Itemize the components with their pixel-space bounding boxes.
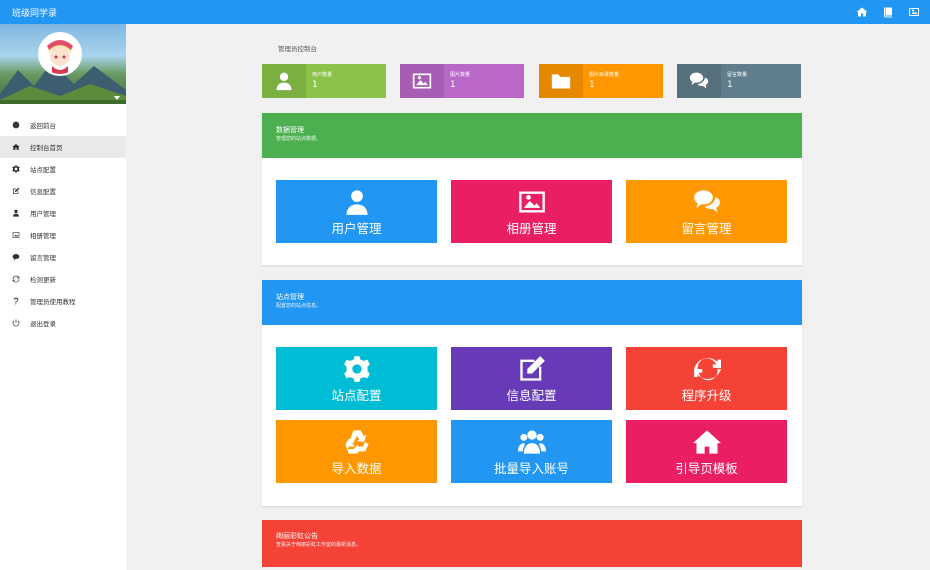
tile-label: 引导页模板 [675,461,738,476]
home-icon [12,143,20,151]
stat-value: 1 [727,80,733,90]
tile-label: 用户管理 [331,221,382,236]
gear-icon [12,165,20,173]
sidebar-item-album-management[interactable]: 相册管理 [0,224,126,246]
question-icon [12,297,20,305]
sidebar-item-logout[interactable]: 退出登录 [0,312,126,334]
avatar[interactable] [38,32,82,76]
sidebar-item-label: 信息配置 [30,188,56,196]
message-management-button[interactable]: 留言管理 [626,180,787,243]
panel-subtitle: 查看关于绚丽彩虹工作室的最新消息。 [276,542,362,548]
sidebar-item-label: 退出登录 [30,320,56,328]
user-icon [346,190,367,215]
album-management-button[interactable]: 相册管理 [451,180,612,243]
stat-label: 用户数量 [312,72,333,78]
stat-card-image-dirs[interactable]: 图片目录数量 1 [539,64,663,98]
recycle-icon [344,430,369,454]
sidebar-item-label: 返回前台 [30,122,56,130]
sidebar-menu: 返回前台 控制台首页 站点配置 信息配置 用户管理 相册管理 留言管理 检测更新… [0,114,126,334]
sidebar-item-label: 相册管理 [30,232,56,240]
sidebar-item-label: 管理员使用教程 [30,298,76,306]
edit-icon [519,356,545,381]
info-config-button[interactable]: 信息配置 [451,347,612,410]
sidebar-item-label: 用户管理 [30,210,56,218]
sidebar-item-back-frontend[interactable]: 返回前台 [0,114,126,136]
tile-label: 导入数据 [331,461,382,476]
page-breadcrumb: 管理员控制台 [278,45,317,53]
stat-label: 图片目录数量 [589,72,620,78]
stat-label: 留言数量 [727,72,748,78]
home-icon [692,430,721,454]
sidebar-item-label: 控制台首页 [30,144,63,152]
refresh-icon [12,275,20,283]
refresh-icon [693,358,721,381]
sidebar-item-dashboard[interactable]: 控制台首页 [0,136,126,158]
stat-value: 1 [450,80,456,90]
picture-icon[interactable] [908,6,920,18]
profile-banner [0,24,126,104]
sidebar-item-site-config[interactable]: 站点配置 [0,158,126,180]
import-data-button[interactable]: 导入数据 [276,420,437,483]
power-icon [12,319,20,327]
user-management-button[interactable]: 用户管理 [276,180,437,243]
panel-subtitle: 管理您的站点数据。 [276,136,322,142]
sidebar: 返回前台 控制台首页 站点配置 信息配置 用户管理 相册管理 留言管理 检测更新… [0,24,126,570]
program-upgrade-button[interactable]: 程序升级 [626,347,787,410]
top-navbar: 班级同学录 [0,0,930,24]
picture-icon [518,191,545,213]
site-config-button[interactable]: 站点配置 [276,347,437,410]
home-icon[interactable] [856,6,868,18]
sidebar-item-label: 留言管理 [30,254,56,262]
profile-dropdown-icon[interactable] [114,96,120,100]
comment-icon [12,253,20,261]
data-management-panel: 数据管理 管理您的站点数据。 用户管理 相册管理 留言管理 [262,113,802,265]
sidebar-item-user-management[interactable]: 用户管理 [0,202,126,224]
sidebar-item-label: 站点配置 [30,166,56,174]
stat-value: 1 [312,80,318,90]
panel-title: 绚丽彩虹公告 [276,532,318,540]
user-icon [12,209,20,217]
tile-label: 程序升级 [681,388,732,403]
gear-icon [343,356,370,382]
panel-title: 数据管理 [276,126,304,134]
users-icon [517,430,546,454]
batch-import-accounts-button[interactable]: 批量导入账号 [451,420,612,483]
panel-subtitle: 配置您的站点信息。 [276,303,322,309]
tile-label: 留言管理 [681,221,732,236]
stat-card-users[interactable]: 用户数量 1 [262,64,386,98]
sidebar-item-label: 检测更新 [30,276,56,284]
stat-card-messages[interactable]: 留言数量 1 [677,64,801,98]
comments-icon [677,64,721,98]
announcement-panel[interactable]: 绚丽彩虹公告 查看关于绚丽彩虹工作室的最新消息。 [262,520,802,567]
tile-label: 站点配置 [331,388,382,403]
arrow-circle-left-icon [12,121,20,129]
tile-label: 信息配置 [506,388,557,403]
sidebar-item-message-management[interactable]: 留言管理 [0,246,126,268]
landing-template-button[interactable]: 引导页模板 [626,420,787,483]
user-icon [262,64,306,98]
comments-icon [693,190,720,213]
tile-label: 相册管理 [506,221,557,236]
sidebar-item-admin-tutorial[interactable]: 管理员使用教程 [0,290,126,312]
stat-label: 图片数量 [450,72,471,78]
picture-icon [400,64,444,98]
sidebar-item-info-config[interactable]: 信息配置 [0,180,126,202]
panel-title: 站点管理 [276,293,304,301]
book-icon[interactable] [882,6,894,18]
top-icons [856,6,920,18]
picture-icon [12,231,20,239]
site-management-panel: 站点管理 配置您的站点信息。 站点配置 信息配置 程序升级 导入数据 批量导入账… [262,280,802,506]
panel-header: 站点管理 配置您的站点信息。 [262,280,802,325]
edit-icon [12,187,20,195]
tile-label: 批量导入账号 [493,461,569,476]
panel-header: 数据管理 管理您的站点数据。 [262,113,802,158]
stat-card-images[interactable]: 图片数量 1 [400,64,524,98]
sidebar-item-check-update[interactable]: 检测更新 [0,268,126,290]
stat-value: 1 [589,80,595,90]
folder-icon [539,64,583,98]
app-title[interactable]: 班级同学录 [12,6,57,19]
